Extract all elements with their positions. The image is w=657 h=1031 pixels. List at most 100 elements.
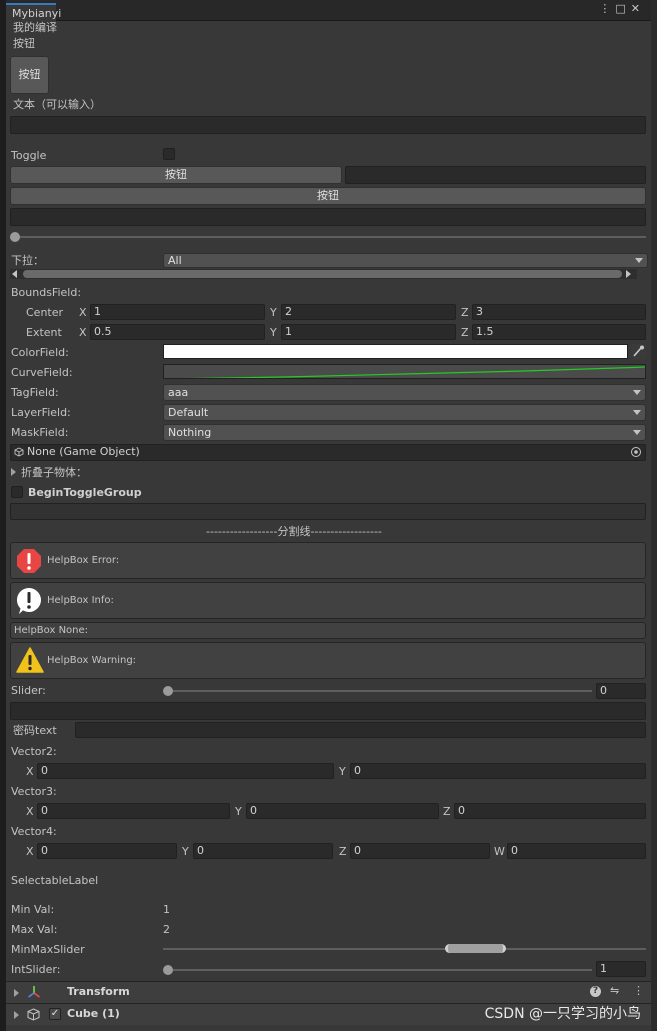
intslider-value-input[interactable]: 1 — [596, 961, 646, 977]
inline-text-input[interactable] — [345, 166, 646, 184]
vector3-y-input[interactable]: 0 — [246, 803, 439, 819]
active-checkbox[interactable]: ✓ — [49, 1008, 61, 1020]
helpbox-warning: HelpBox Warning: — [10, 642, 646, 679]
curve-field[interactable] — [163, 364, 646, 379]
center-z-input[interactable]: 3 — [472, 304, 646, 320]
close-icon[interactable]: ✕ — [631, 2, 645, 15]
axis-z-label: Z — [339, 844, 347, 860]
color-label: ColorField: — [11, 345, 69, 361]
helpbox-warning-text: HelpBox Warning: — [47, 655, 136, 666]
axis-x-label: X — [26, 804, 34, 820]
eyedropper-icon[interactable] — [630, 344, 646, 359]
wide-button[interactable]: 按钮 — [10, 187, 646, 205]
vector4-z-input[interactable]: 0 — [350, 843, 490, 859]
color-swatch[interactable] — [163, 344, 628, 359]
helpbox-info-text: HelpBox Info: — [47, 595, 114, 606]
mask-label: MaskField: — [11, 425, 68, 441]
minmax-slider-range[interactable] — [445, 944, 506, 953]
vector4-w-input[interactable]: 0 — [507, 843, 646, 859]
axis-x-label: X — [26, 764, 34, 780]
object-field[interactable]: None (Game Object) — [10, 444, 646, 461]
cube-icon — [14, 447, 24, 460]
extent-x-input[interactable]: 0.5 — [90, 324, 265, 340]
editor-window: Mybianyi ⋮□✕ 我的编译 按钮 按钮 文本（可以输入） Toggle … — [6, 0, 651, 1031]
vector4-x-input[interactable]: 0 — [37, 843, 177, 859]
vector3-x-input[interactable]: 0 — [37, 803, 230, 819]
axis-x-label: X — [26, 844, 34, 860]
toggle-group-field[interactable] — [10, 503, 646, 520]
window-controls: ⋮□✕ — [599, 2, 645, 15]
vector2-y-input[interactable]: 0 — [350, 763, 646, 779]
scrollbar-thumb[interactable] — [23, 270, 622, 278]
foldout-label[interactable]: 折叠子物体： — [21, 465, 87, 481]
button-left[interactable]: 按钮 — [10, 166, 342, 184]
menu-icon[interactable]: ⋮ — [599, 2, 615, 15]
window-subtitle: 我的编译 — [13, 20, 57, 36]
vector4-y-input[interactable]: 0 — [193, 843, 333, 859]
slider-thumb[interactable] — [163, 686, 173, 696]
extent-y-input[interactable]: 1 — [281, 324, 456, 340]
selectable-label[interactable]: SelectableLabel — [11, 873, 98, 889]
axis-x-label: X — [79, 325, 87, 341]
password-input[interactable] — [75, 722, 646, 738]
extent-z-input[interactable]: 1.5 — [472, 324, 646, 340]
square-button[interactable]: 按钮 — [10, 56, 49, 94]
toggle-label: Toggle — [11, 148, 46, 164]
mask-value: Nothing — [168, 426, 211, 439]
intslider-thumb[interactable] — [163, 965, 173, 975]
scroll-left-icon[interactable] — [12, 270, 17, 278]
slider-thumb[interactable] — [10, 232, 20, 242]
minmax-slider-label: MinMaxSlider — [11, 942, 85, 958]
intslider-label: IntSlider: — [11, 962, 60, 978]
vector2-label: Vector2: — [11, 744, 57, 760]
object-value: None (Game Object) — [27, 445, 140, 458]
expand-arrow-icon[interactable] — [14, 1011, 19, 1019]
scroll-right-icon[interactable] — [626, 270, 631, 278]
curve-preview — [164, 365, 646, 379]
curve-label: CurveField: — [11, 365, 73, 381]
minmax-slider-track — [163, 948, 646, 950]
help-icon[interactable]: ? — [590, 986, 601, 997]
separator-text: ------------------分割线------------------ — [206, 524, 382, 540]
max-val-value: 2 — [163, 922, 170, 938]
mask-dropdown[interactable]: Nothing — [163, 424, 646, 441]
expand-arrow-icon[interactable] — [14, 989, 19, 997]
presets-icon[interactable]: ⇋ — [610, 984, 619, 997]
chevron-down-icon — [633, 390, 641, 395]
chevron-down-icon — [635, 258, 643, 263]
more-icon[interactable]: ⋮ — [633, 984, 644, 997]
component-header-transform[interactable]: Transform ? ⇋ ⋮ — [6, 981, 651, 1003]
toggle-checkbox[interactable] — [163, 148, 175, 160]
vector2-x-input[interactable]: 0 — [37, 763, 334, 779]
layer-dropdown[interactable]: Default — [163, 404, 646, 421]
transform-icon — [27, 985, 41, 1002]
dropdown-select[interactable]: All — [163, 253, 648, 268]
empty-text-area[interactable] — [10, 208, 646, 226]
tag-dropdown[interactable]: aaa — [163, 384, 646, 401]
maximize-icon[interactable]: □ — [615, 2, 630, 15]
axis-z-label: Z — [461, 305, 469, 321]
axis-x-label: X — [79, 305, 87, 321]
slider-track — [168, 690, 592, 692]
axis-y-label: Y — [235, 804, 242, 820]
axis-w-label: W — [494, 844, 505, 860]
axis-y-label: Y — [339, 764, 346, 780]
info-icon — [16, 587, 42, 618]
toggle-group-checkbox[interactable] — [11, 486, 23, 498]
empty-text-area[interactable] — [10, 702, 646, 720]
text-input[interactable] — [10, 116, 646, 134]
vector3-z-input[interactable]: 0 — [454, 803, 646, 819]
object-picker-icon[interactable] — [630, 446, 642, 461]
center-y-input[interactable]: 2 — [281, 304, 456, 320]
section-label: 按钮 — [13, 36, 35, 52]
slider-label: Slider: — [11, 683, 46, 699]
helpbox-error-text: HelpBox Error: — [47, 555, 119, 566]
axis-y-label: Y — [182, 844, 189, 860]
tag-label: TagField: — [11, 385, 59, 401]
center-x-input[interactable]: 1 — [90, 304, 265, 320]
background-panel — [651, 0, 657, 1031]
axis-y-label: Y — [270, 325, 277, 341]
foldout-arrow-icon[interactable] — [11, 468, 16, 476]
slider-track — [14, 236, 646, 238]
slider-value-input[interactable]: 0 — [596, 683, 646, 699]
